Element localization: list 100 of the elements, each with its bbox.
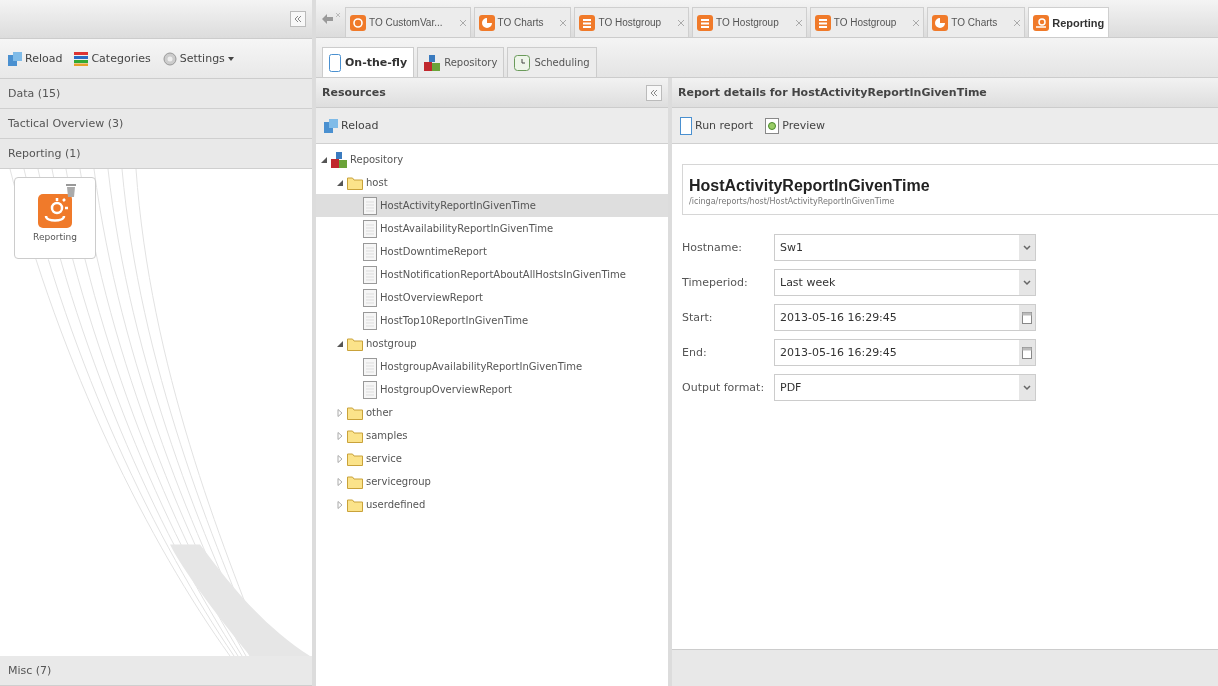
document-icon xyxy=(363,311,377,330)
toolbar-button[interactable]: Categories xyxy=(72,49,153,68)
calendar-icon[interactable] xyxy=(1022,346,1032,359)
toolbar-button[interactable]: Reload xyxy=(6,49,65,68)
close-icon[interactable] xyxy=(913,19,920,26)
close-icon[interactable] xyxy=(1014,19,1021,26)
category-header[interactable]: Reporting (1) xyxy=(0,139,312,169)
blocks-icon xyxy=(331,151,347,168)
close-icon[interactable] xyxy=(795,19,802,26)
toolbar-button[interactable]: Settings xyxy=(160,49,236,68)
close-icon[interactable] xyxy=(459,19,466,26)
tree-item[interactable]: userdefined xyxy=(316,493,668,516)
reload-icon xyxy=(8,51,22,66)
collapsed-arrow-icon[interactable] xyxy=(336,408,344,417)
tree-item[interactable]: HostTop10ReportInGivenTime xyxy=(316,309,668,332)
panel-title: Report details for HostActivityReportInGivenTime xyxy=(678,86,987,99)
category-header[interactable]: Tactical Overview (3) xyxy=(0,109,312,139)
reload-button[interactable]: Reload xyxy=(322,116,381,135)
document-icon xyxy=(363,219,377,238)
dropdown-field[interactable]: Last week xyxy=(774,269,1036,296)
report-path: /icinga/reports/host/HostActivityReportInGivenTime xyxy=(689,197,896,206)
stack-icon xyxy=(74,51,89,66)
tab[interactable]: TO Charts xyxy=(473,7,572,37)
tree-item[interactable]: service xyxy=(316,447,668,470)
tab[interactable]: Reporting xyxy=(1028,7,1110,37)
folder-icon xyxy=(347,175,363,190)
document-icon xyxy=(363,196,377,215)
collapsed-arrow-icon[interactable] xyxy=(336,500,344,509)
tree-item[interactable]: host xyxy=(316,171,668,194)
panel-title: Resources xyxy=(322,86,386,99)
folder-icon xyxy=(347,405,363,420)
folder-icon xyxy=(347,451,363,466)
field-label: Start: xyxy=(682,311,714,324)
caret-icon xyxy=(227,56,234,61)
collapse-icon[interactable] xyxy=(646,84,662,101)
tab[interactable]: TO CustomVar... xyxy=(345,7,471,37)
tree-item[interactable]: samples xyxy=(316,424,668,447)
tree-item[interactable]: HostActivityReportInGivenTime xyxy=(316,194,668,217)
tree-item[interactable]: HostDowntimeReport xyxy=(316,240,668,263)
report-name: HostActivityReportInGivenTime xyxy=(689,177,931,195)
document-icon xyxy=(363,242,377,261)
dropdown-field[interactable]: PDF xyxy=(774,374,1036,401)
document-icon xyxy=(363,357,377,376)
tree-item[interactable]: HostAvailabilityReportInGivenTime xyxy=(316,217,668,240)
tree-item[interactable]: HostgroupAvailabilityReportInGivenTime xyxy=(316,355,668,378)
tab[interactable]: Scheduling xyxy=(507,47,597,77)
phone-icon xyxy=(329,53,341,72)
expanded-arrow-icon[interactable] xyxy=(336,178,344,187)
field-label: End: xyxy=(682,346,708,359)
collapsed-arrow-icon[interactable] xyxy=(336,477,344,486)
document-icon xyxy=(680,116,692,135)
list-icon xyxy=(579,14,596,31)
close-icon[interactable] xyxy=(678,19,685,26)
document-icon xyxy=(363,265,377,284)
folder-icon xyxy=(347,428,363,443)
close-icon[interactable] xyxy=(560,19,567,26)
tab[interactable]: TO Charts xyxy=(927,7,1026,37)
dropdown-field[interactable]: Sw1 xyxy=(774,234,1036,261)
tree-item[interactable]: HostgroupOverviewReport xyxy=(316,378,668,401)
trash-icon[interactable] xyxy=(66,183,76,197)
list-icon xyxy=(814,14,831,31)
folder-icon xyxy=(347,474,363,489)
tab[interactable]: TO Hostgroup xyxy=(574,7,690,37)
tree-item[interactable]: HostNotificationReportAboutAllHostsInGivenTime xyxy=(316,263,668,286)
tab[interactable]: TO Hostgroup xyxy=(809,7,925,37)
document-icon xyxy=(363,288,377,307)
list-icon xyxy=(697,14,714,31)
report-icon xyxy=(38,194,72,228)
field-label: Output format: xyxy=(682,381,766,394)
collapse-icon[interactable] xyxy=(290,11,306,27)
pie-chart-icon xyxy=(932,14,949,31)
clock-icon xyxy=(514,54,531,71)
field-label: Hostname: xyxy=(682,241,743,254)
reload-icon xyxy=(324,118,338,133)
collapsed-arrow-icon[interactable] xyxy=(336,454,344,463)
expanded-arrow-icon[interactable] xyxy=(320,155,328,164)
tab[interactable]: Repository xyxy=(417,47,505,77)
tree-item[interactable]: Repository xyxy=(316,148,668,171)
report-icon xyxy=(1033,14,1050,31)
expanded-arrow-icon[interactable] xyxy=(336,339,344,348)
tab[interactable]: On-the-fly xyxy=(322,47,415,77)
collapsed-arrow-icon[interactable] xyxy=(336,431,344,440)
tree-item[interactable]: servicegroup xyxy=(316,470,668,493)
settings-icon xyxy=(162,51,177,66)
category-header[interactable]: Data (15) xyxy=(0,79,312,109)
tab[interactable]: TO Hostgroup xyxy=(692,7,807,37)
app-tile[interactable]: Reporting xyxy=(14,177,96,259)
tree-item[interactable]: HostOverviewReport xyxy=(316,286,668,309)
date-field[interactable]: 2013-05-16 16:29:45 xyxy=(774,304,1036,331)
toolbar-button[interactable]: Preview xyxy=(763,115,827,136)
document-icon xyxy=(363,380,377,399)
pie-chart-icon xyxy=(478,14,495,31)
tree-item[interactable]: hostgroup xyxy=(316,332,668,355)
blocks-icon xyxy=(424,54,441,71)
category-header[interactable]: Misc (7) xyxy=(0,656,312,686)
toolbar-button[interactable]: Run report xyxy=(678,114,756,137)
calendar-icon[interactable] xyxy=(1022,311,1032,324)
tree-item[interactable]: other xyxy=(316,401,668,424)
folder-icon xyxy=(347,336,363,351)
date-field[interactable]: 2013-05-16 16:29:45 xyxy=(774,339,1036,366)
